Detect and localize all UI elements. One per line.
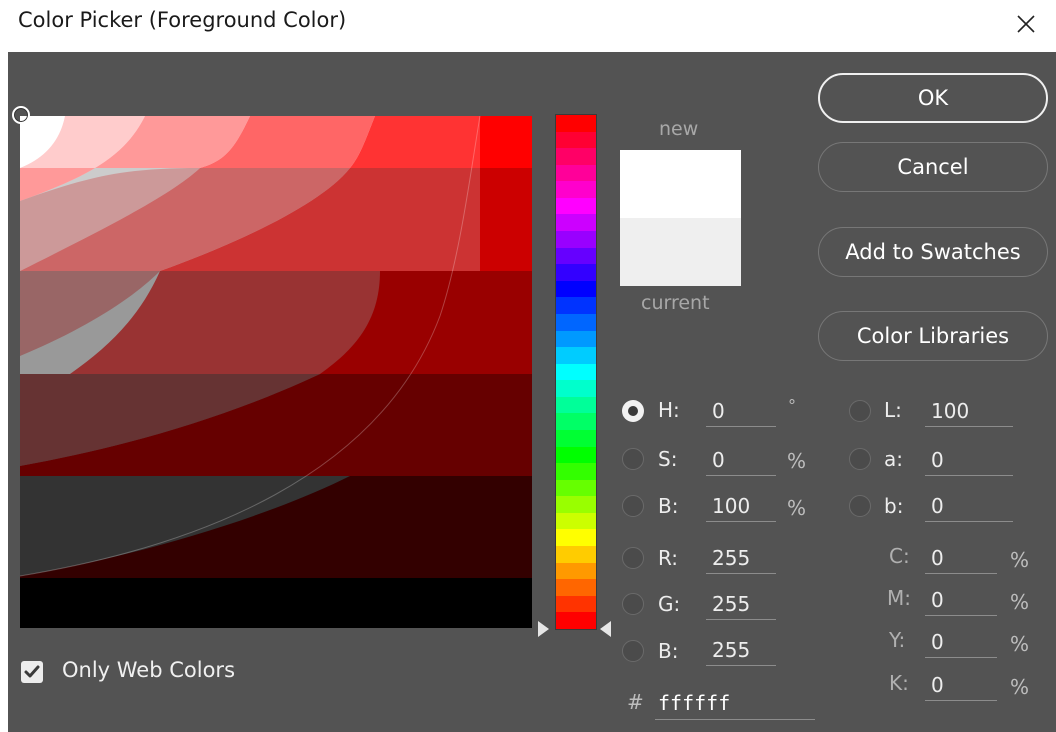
hue-segment: [556, 429, 596, 447]
unit-c: %: [1010, 548, 1030, 572]
field-lab-b[interactable]: 0: [925, 494, 1013, 522]
label-c: C:: [889, 544, 910, 568]
label-h: H:: [658, 398, 680, 422]
hue-segment: [556, 148, 596, 165]
radio-g[interactable]: [622, 593, 644, 615]
hue-segment: [556, 595, 596, 613]
hue-segment: [556, 363, 596, 381]
hue-segment: [556, 330, 596, 348]
radio-rgb-b[interactable]: [622, 640, 644, 662]
radio-r[interactable]: [622, 547, 644, 569]
hue-slider-handle-right[interactable]: [600, 621, 611, 637]
hue-segment: [556, 313, 596, 331]
hue-segment: [556, 297, 596, 314]
hex-input[interactable]: ffffff: [655, 690, 815, 720]
hue-segment: [556, 579, 596, 596]
field-selection-marker[interactable]: [12, 106, 30, 124]
field-rgb-b[interactable]: 255: [706, 638, 776, 666]
new-color-swatch: [620, 150, 741, 218]
unit-k: %: [1010, 675, 1030, 699]
unit-m: %: [1010, 590, 1030, 614]
hue-segment: [556, 479, 596, 497]
label-s: S:: [658, 447, 678, 471]
current-color-swatch[interactable]: [620, 218, 741, 286]
close-icon[interactable]: [1010, 8, 1040, 38]
title-bar: Color Picker (Foreground Color): [0, 0, 1056, 52]
only-web-colors-checkbox[interactable]: [21, 661, 43, 683]
hue-segment: [556, 214, 596, 232]
field-h[interactable]: 0: [706, 399, 776, 427]
radio-b[interactable]: [622, 495, 644, 517]
label-r: R:: [658, 546, 679, 570]
hue-segment: [556, 131, 596, 149]
label-a: a:: [884, 447, 903, 471]
field-k[interactable]: 0: [925, 673, 997, 701]
hue-slider[interactable]: [555, 114, 597, 630]
hue-segment: [556, 380, 596, 397]
radio-l[interactable]: [849, 400, 871, 422]
add-to-swatches-button[interactable]: Add to Swatches: [818, 227, 1048, 277]
color-field[interactable]: [20, 116, 532, 628]
unit-s: %: [787, 449, 807, 473]
field-c[interactable]: 0: [925, 546, 997, 574]
only-web-colors-label: Only Web Colors: [62, 658, 236, 682]
hue-segment: [556, 396, 596, 414]
label-b: B:: [658, 494, 679, 518]
radio-h[interactable]: [622, 400, 644, 422]
hue-segment: [556, 231, 596, 248]
field-y[interactable]: 0: [925, 630, 997, 658]
label-k: K:: [889, 671, 909, 695]
label-g: G:: [658, 592, 681, 616]
radio-lab-b[interactable]: [849, 495, 871, 517]
hex-symbol: #: [627, 690, 644, 714]
field-s[interactable]: 0: [706, 448, 776, 476]
hue-segment: [556, 197, 596, 215]
checkmark-icon: [24, 665, 40, 678]
label-l: L:: [884, 398, 902, 422]
hue-segment: [556, 546, 596, 563]
hue-segment: [556, 413, 596, 430]
hue-slider-handle-left[interactable]: [538, 621, 549, 637]
hue-segment: [556, 612, 596, 629]
field-g[interactable]: 255: [706, 592, 776, 620]
hue-segment: [556, 463, 596, 480]
hue-segment: [556, 280, 596, 298]
hue-segment: [556, 115, 596, 132]
label-y: Y:: [889, 628, 906, 652]
new-label: new: [659, 118, 699, 140]
unit-b: %: [787, 496, 807, 520]
field-m[interactable]: 0: [925, 588, 997, 616]
hue-segment: [556, 181, 596, 198]
window-title: Color Picker (Foreground Color): [18, 8, 347, 32]
field-a[interactable]: 0: [925, 448, 1013, 476]
hue-segment: [556, 562, 596, 580]
label-m: M:: [887, 586, 911, 610]
cancel-button[interactable]: Cancel: [818, 142, 1048, 192]
unit-y: %: [1010, 632, 1030, 656]
hue-segment: [556, 347, 596, 364]
hue-segment: [556, 164, 596, 182]
hue-segment: [556, 446, 596, 464]
field-r[interactable]: 255: [706, 546, 776, 574]
current-label: current: [641, 292, 710, 314]
color-libraries-button[interactable]: Color Libraries: [818, 311, 1048, 361]
field-b[interactable]: 100: [706, 494, 776, 522]
radio-a[interactable]: [849, 448, 871, 470]
hue-segment: [556, 247, 596, 265]
unit-h: °: [788, 396, 796, 415]
hue-segment: [556, 529, 596, 547]
ok-button[interactable]: OK: [818, 73, 1048, 123]
label-lab-b: b:: [884, 494, 904, 518]
hue-segment: [556, 496, 596, 513]
hue-segment: [556, 512, 596, 530]
label-rgb-b: B:: [658, 639, 679, 663]
radio-s[interactable]: [622, 448, 644, 470]
hue-segment: [556, 264, 596, 281]
field-l[interactable]: 100: [925, 399, 1013, 427]
